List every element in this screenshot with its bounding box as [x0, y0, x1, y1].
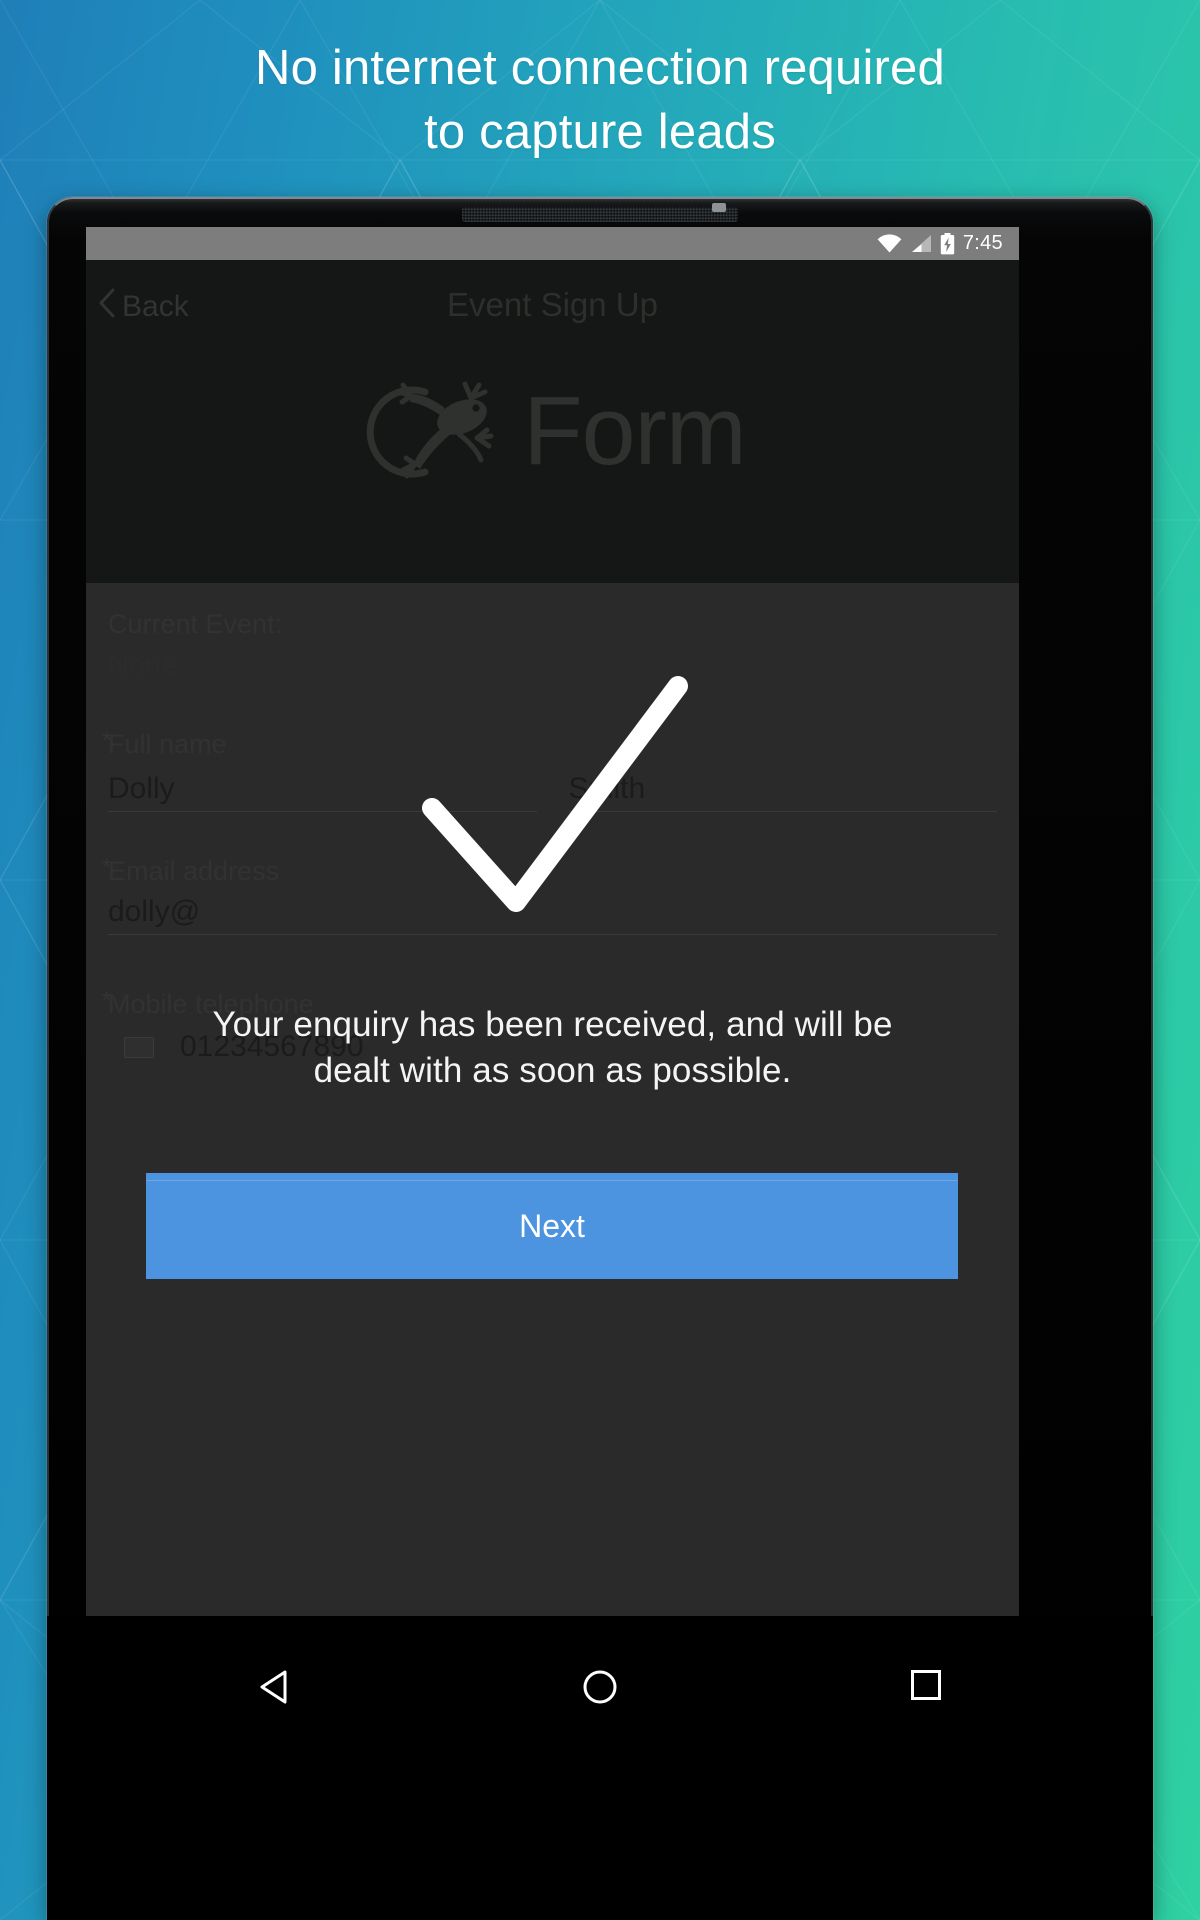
required-marker: * — [102, 854, 112, 881]
current-event-label: Current Event: — [108, 609, 283, 639]
nav-back-button[interactable] — [111, 1616, 437, 1710]
battery-charging-icon — [940, 232, 955, 255]
android-status-bar: 7:45 — [86, 227, 1019, 260]
speaker-grille — [462, 207, 738, 222]
last-name-value: Smith — [568, 772, 646, 805]
promo-headline: No internet connection required to captu… — [255, 41, 945, 159]
next-button-label: Next — [519, 1207, 585, 1244]
app-nav-row: Back Event Sign Up — [86, 260, 1019, 348]
app-header: Back Event Sign Up Form — [86, 260, 1019, 583]
square-recents-icon — [910, 1669, 942, 1706]
next-button-sheen — [146, 1180, 958, 1181]
current-event-block: Current Event: None — [108, 583, 997, 687]
triangle-back-icon — [257, 1669, 291, 1710]
wifi-icon — [877, 234, 902, 253]
last-name-input[interactable]: Smith — [568, 767, 997, 812]
first-name-value: Dolly — [108, 772, 175, 805]
required-marker: * — [102, 727, 112, 754]
full-name-inputs: Dolly Smith — [108, 767, 997, 812]
status-bar-clock: 7:45 — [962, 232, 1003, 254]
circle-home-icon — [582, 1669, 618, 1710]
mobile-telephone-input[interactable]: 01234567890 — [108, 1025, 997, 1069]
gecko-icon — [359, 372, 519, 490]
mobile-telephone-value: 01234567890 — [180, 1030, 364, 1063]
speaker-notch — [712, 203, 726, 212]
full-name-label: Full name — [108, 729, 227, 759]
device-screen: 7:45 Back Event Sign Up Form Current Eve… — [86, 227, 1019, 1616]
first-name-input[interactable]: Dolly — [108, 767, 537, 812]
nav-recents-button[interactable] — [763, 1616, 1089, 1706]
flag-icon[interactable] — [124, 1036, 154, 1058]
page-title: Event Sign Up — [447, 286, 658, 323]
mobile-telephone-label: Mobile telephone — [108, 989, 314, 1019]
email-label: Email address — [108, 856, 280, 886]
email-field: * Email address dolly@ — [102, 852, 997, 935]
app-logo: Form — [86, 372, 1019, 490]
app-logo-wordmark: Form — [523, 376, 746, 485]
form-body: Current Event: None * Full name Dolly Sm… — [86, 583, 1019, 1616]
email-input[interactable]: dolly@ — [108, 890, 997, 935]
current-event-value: None — [108, 649, 178, 681]
first-name-underline — [108, 811, 537, 812]
mobile-telephone-field: * Mobile telephone 01234567890 — [102, 985, 997, 1069]
email-underline — [108, 934, 997, 935]
android-navigation-bar — [47, 1616, 1153, 1920]
required-marker: * — [102, 987, 112, 1014]
full-name-field: * Full name Dolly Smith — [102, 725, 997, 812]
cellular-signal-icon — [910, 234, 932, 253]
next-button[interactable]: Next — [146, 1173, 958, 1279]
last-name-underline — [568, 811, 997, 812]
email-value: dolly@ — [108, 895, 201, 928]
nav-home-button[interactable] — [437, 1616, 763, 1710]
